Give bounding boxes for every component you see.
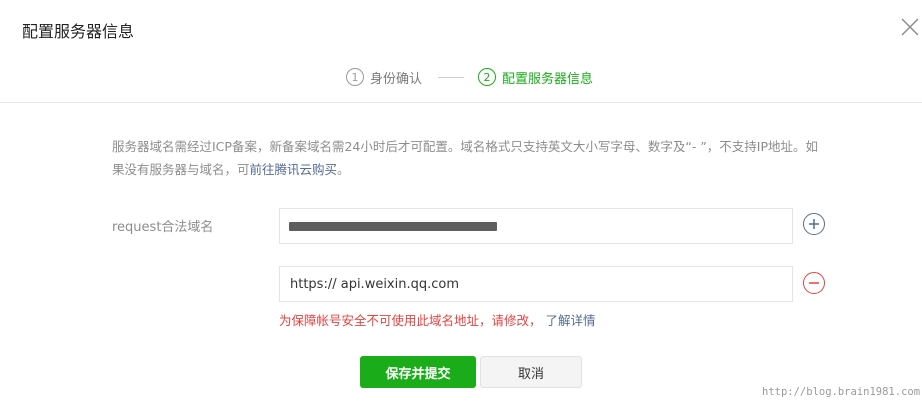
step-number: 2	[478, 68, 497, 86]
domain-tips: 服务器域名需经过ICP备案，新备案域名需24小时后才可配置。域名格式只支持英文大…	[112, 135, 828, 181]
tips-text-end: 。	[337, 162, 350, 177]
tips-text: 服务器域名需经过ICP备案，新备案域名需24小时后才可配置。域名格式只支持英文大…	[112, 139, 819, 177]
step-label: 身份确认	[370, 71, 423, 87]
config-server-dialog: 配置服务器信息 1 身份确认 2 配置服务器信息 服务器域名需经过ICP备案，新…	[0, 0, 922, 403]
request-domain-label: request合法域名	[112, 220, 214, 235]
plus-icon[interactable]	[803, 213, 825, 235]
cancel-button[interactable]: 取消	[480, 356, 582, 388]
step-number: 1	[346, 68, 364, 86]
close-icon[interactable]	[899, 16, 921, 38]
domain-error-message: 为保障帐号安全不可使用此域名地址，请修改， 了解详情	[279, 310, 596, 329]
dialog-title: 配置服务器信息	[22, 22, 135, 41]
step-indicator: 1 身份确认 2 配置服务器信息	[346, 66, 593, 88]
header-divider	[0, 102, 922, 103]
step-connector	[438, 76, 465, 78]
save-submit-button[interactable]: 保存并提交	[360, 356, 476, 388]
error-text: 为保障帐号安全不可使用此域名地址，请修改，	[279, 313, 542, 328]
redacted-domain-value	[289, 222, 497, 231]
learn-more-link[interactable]: 了解详情	[546, 313, 596, 328]
step-server-config: 2 配置服务器信息	[478, 68, 593, 87]
watermark: http://blog.brain1981.com	[762, 386, 921, 398]
tencent-cloud-link[interactable]: 前往腾讯云购买	[250, 162, 338, 177]
request-domain-input-2[interactable]	[279, 266, 793, 302]
step-label: 配置服务器信息	[502, 71, 594, 87]
minus-icon[interactable]	[803, 272, 825, 294]
step-identity: 1 身份确认	[346, 68, 422, 87]
